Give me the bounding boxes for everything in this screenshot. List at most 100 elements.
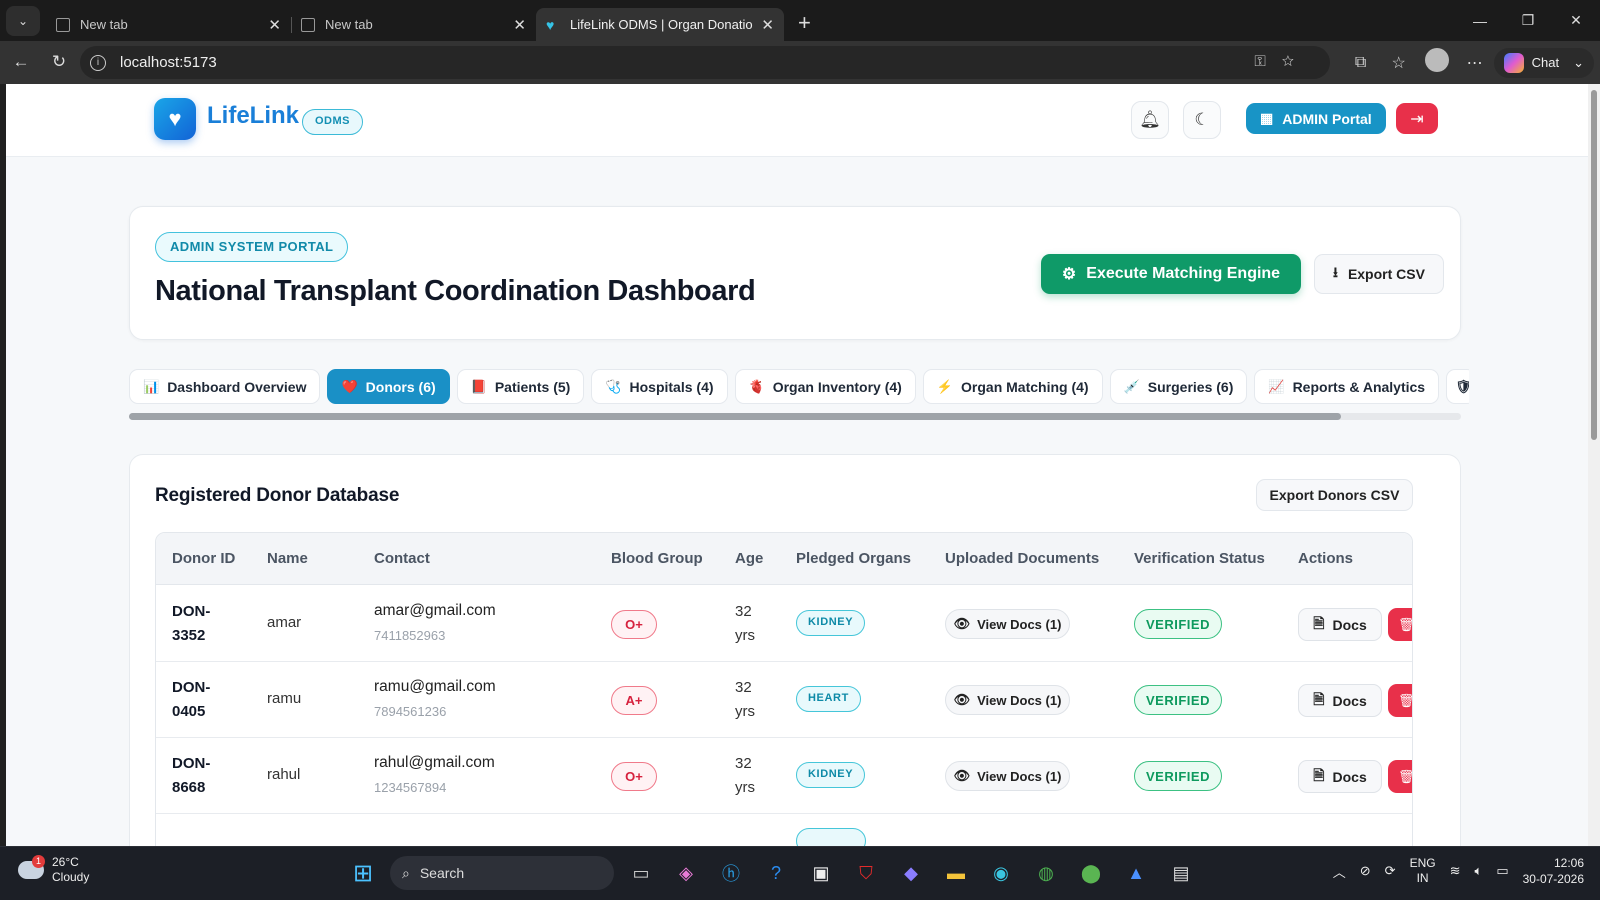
chart-icon: 📈: [1268, 378, 1285, 394]
wifi-icon[interactable]: ≋: [1450, 863, 1461, 879]
page-scrollbar-thumb[interactable]: [1591, 90, 1597, 440]
hp-icon[interactable]: ⓗ: [713, 855, 749, 891]
terminal-icon[interactable]: ▤: [1163, 855, 1199, 891]
column-header[interactable]: Donor ID: [172, 550, 235, 567]
column-header[interactable]: Name: [267, 550, 308, 567]
windows-start-icon[interactable]: ⊞: [345, 855, 381, 891]
docs-action-button[interactable]: 🗎 Docs: [1298, 608, 1382, 641]
notification-bell-button[interactable]: 🔔︎: [1131, 101, 1169, 139]
battery-icon[interactable]: ▭: [1496, 863, 1508, 879]
taskbar-search[interactable]: ⌕ Search: [390, 856, 614, 890]
extensions-icon[interactable]: ⧉: [1342, 54, 1380, 72]
heart-logo-icon[interactable]: ♥: [154, 98, 196, 140]
minimize-icon[interactable]: —: [1456, 13, 1504, 29]
chevron-down-icon: ⌄: [1573, 54, 1584, 70]
favorites-icon[interactable]: ☆: [1380, 53, 1418, 73]
star-icon[interactable]: ☆: [1282, 53, 1310, 70]
column-header[interactable]: Pledged Organs: [796, 550, 911, 567]
profile-avatar-icon[interactable]: [1418, 48, 1456, 77]
logout-button[interactable]: ⇥: [1396, 103, 1438, 134]
tab-dashboard-overview[interactable]: 📊 Dashboard Overview: [129, 369, 321, 404]
export-donors-csv-button[interactable]: Export Donors CSV: [1256, 479, 1413, 511]
donor-age: 32 yrs: [735, 679, 755, 720]
more-icon[interactable]: ⋯: [1456, 53, 1494, 73]
new-tab-button[interactable]: +: [798, 10, 811, 36]
sync-icon[interactable]: ⟳: [1385, 863, 1396, 879]
page-scrollbar[interactable]: [1588, 84, 1600, 846]
language-indicator[interactable]: ENG IN: [1410, 856, 1436, 886]
tab-reports-analytics[interactable]: 📈 Reports & Analytics: [1254, 369, 1440, 404]
docs-action-button[interactable]: 🗎 Docs: [1298, 760, 1382, 793]
theme-toggle-button[interactable]: ☾: [1183, 101, 1221, 139]
tab-patients[interactable]: 📕 Patients (5): [456, 369, 585, 404]
info-icon[interactable]: i: [90, 54, 106, 71]
tab-label: Organ Inventory (4): [772, 378, 902, 395]
help-icon[interactable]: ?: [758, 855, 794, 891]
column-header[interactable]: Age: [735, 550, 763, 567]
clock[interactable]: 12:06 30-07-2026: [1523, 855, 1584, 887]
task-view-icon[interactable]: ▭: [623, 855, 659, 891]
trash-icon: 🗑︎: [1398, 692, 1413, 708]
refresh-icon[interactable]: ↻: [40, 52, 78, 72]
browser-tab-2[interactable]: New tab ✕: [291, 8, 536, 41]
view-docs-button[interactable]: 👁︎ View Docs (1): [945, 609, 1070, 639]
bell-icon: 🔔︎: [1139, 110, 1161, 129]
copilot-icon[interactable]: ◈: [668, 855, 704, 891]
copilot-icon: [1503, 52, 1524, 73]
table-row: [156, 814, 1412, 846]
trash-icon: 🗑︎: [1398, 768, 1413, 784]
taskbar-apps: ⊞ ⌕ Search ▭ ◈ ⓗ ? ▣ ⛉ ◆ ▬ ◉ ◍ ⬤ ▲ ▤: [345, 855, 1199, 891]
weather-widget[interactable]: 1 26°C Cloudy: [18, 855, 89, 885]
chevron-up-icon[interactable]: ︿: [1333, 862, 1346, 881]
close-icon[interactable]: ✕: [513, 16, 526, 34]
tab-donors[interactable]: ❤️ Donors (6): [327, 369, 450, 404]
volume-icon[interactable]: 🔈︎: [1475, 863, 1483, 879]
execute-matching-engine-button[interactable]: ⚙ Execute Matching Engine: [1041, 254, 1301, 294]
app-icon[interactable]: ◆: [893, 855, 929, 891]
delete-button[interactable]: 🗑︎: [1388, 760, 1413, 793]
tab-label: Patients (5): [494, 378, 571, 395]
app-icon[interactable]: ▲: [1118, 855, 1154, 891]
docs-action-button[interactable]: 🗎 Docs: [1298, 684, 1382, 717]
chrome-icon[interactable]: ◍: [1028, 855, 1064, 891]
close-icon[interactable]: ✕: [268, 16, 281, 34]
column-header[interactable]: Contact: [374, 550, 430, 567]
moon-icon: ☾: [1194, 110, 1210, 129]
shield-icon: 🛡︎: [1455, 378, 1469, 394]
network-off-icon[interactable]: ⊘: [1360, 863, 1371, 879]
restore-icon[interactable]: ❐: [1504, 12, 1552, 29]
view-docs-button[interactable]: 👁︎ View Docs (1): [945, 761, 1070, 791]
column-header[interactable]: Uploaded Documents: [945, 550, 1099, 567]
url-bar[interactable]: i localhost:5173: [80, 46, 1330, 79]
tab-organ-inventory[interactable]: 🫀 Organ Inventory (4): [734, 369, 916, 404]
brand-name[interactable]: LifeLink: [207, 102, 299, 130]
column-header[interactable]: Verification Status: [1134, 550, 1265, 567]
tab-list-button[interactable]: ⌄: [6, 5, 40, 36]
file-explorer-icon[interactable]: ▬: [938, 855, 974, 891]
close-icon[interactable]: ✕: [761, 16, 774, 34]
app-icon[interactable]: ⬤: [1073, 855, 1109, 891]
export-csv-button[interactable]: ⭳ Export CSV: [1314, 254, 1444, 294]
view-docs-button[interactable]: 👁︎ View Docs (1): [945, 685, 1070, 715]
browser-tab-active[interactable]: ♥ LifeLink ODMS | Organ Donation M ✕: [536, 8, 784, 41]
admin-portal-button[interactable]: ▦ ADMIN Portal: [1246, 103, 1386, 134]
back-icon[interactable]: ←: [2, 52, 40, 72]
column-header[interactable]: Blood Group: [611, 550, 703, 567]
store-icon[interactable]: ▣: [803, 855, 839, 891]
delete-button[interactable]: 🗑︎: [1388, 684, 1413, 717]
tabs-scrollbar-thumb[interactable]: [129, 413, 1341, 420]
tab-more[interactable]: 🛡︎: [1446, 369, 1469, 404]
heart-icon: ♥: [546, 16, 555, 33]
column-header[interactable]: Actions: [1298, 550, 1353, 567]
copilot-chat-button[interactable]: Chat ⌄: [1493, 47, 1594, 78]
donor-name: amar: [267, 614, 302, 631]
close-window-icon[interactable]: ✕: [1552, 12, 1600, 29]
key-icon[interactable]: ⚿: [1254, 53, 1281, 70]
tab-hospitals[interactable]: 🩺 Hospitals (4): [591, 369, 728, 404]
tab-surgeries[interactable]: 💉 Surgeries (6): [1109, 369, 1248, 404]
tab-organ-matching[interactable]: ⚡ Organ Matching (4): [922, 369, 1103, 404]
browser-tab-1[interactable]: New tab ✕: [46, 8, 291, 41]
edge-icon[interactable]: ◉: [983, 855, 1019, 891]
delete-button[interactable]: 🗑︎: [1388, 608, 1412, 641]
mcafee-icon[interactable]: ⛉: [848, 855, 884, 891]
